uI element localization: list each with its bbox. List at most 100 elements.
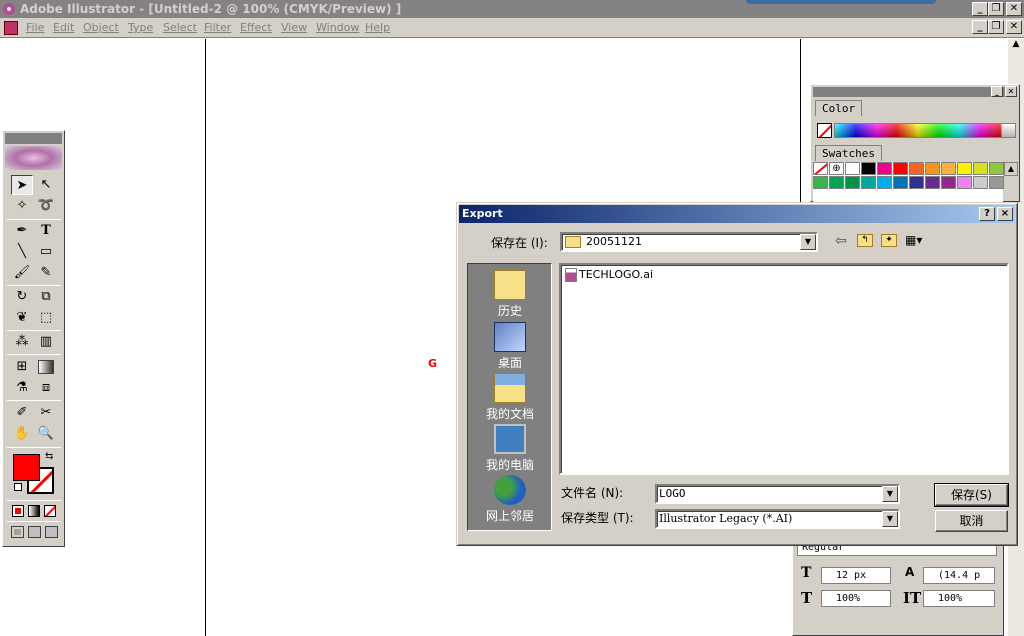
pen-tool-icon[interactable]: ✒ [11, 221, 33, 241]
toolbox-title-bar[interactable] [5, 133, 62, 144]
place-my-computer[interactable]: 我的电脑 [468, 424, 552, 473]
close-button[interactable]: ✕ [1006, 2, 1022, 16]
column-graph-tool-icon[interactable]: ▥ [35, 332, 57, 352]
menu-edit[interactable]: Edit [53, 21, 74, 34]
menu-help[interactable]: Help [365, 21, 390, 34]
swap-fill-stroke-icon[interactable]: ⇆ [45, 451, 53, 462]
menu-select[interactable]: Select [163, 21, 197, 34]
leading-field[interactable]: (14.4 p [923, 567, 995, 584]
mesh-tool-icon[interactable]: ⊞ [11, 357, 33, 377]
rectangle-tool-icon[interactable]: ▭ [35, 242, 57, 262]
swatch[interactable] [861, 176, 876, 189]
swatch[interactable] [861, 162, 876, 175]
swatch[interactable] [925, 162, 940, 175]
gradient-mode-button[interactable] [28, 505, 40, 517]
filetype-dropdown-arrow[interactable]: ▼ [882, 511, 898, 527]
menu-object[interactable]: Object [83, 21, 119, 34]
new-folder-icon[interactable]: ✦ [881, 234, 897, 247]
menu-effect[interactable]: Effect [240, 21, 272, 34]
rotate-tool-icon[interactable]: ↻ [11, 287, 33, 307]
symbol-sprayer-tool-icon[interactable]: ⁂ [11, 332, 33, 352]
place-network[interactable]: 网上邻居 [468, 475, 552, 524]
export-dialog-title-bar[interactable]: Export [459, 205, 1015, 223]
scale-tool-icon[interactable]: ⧉ [35, 287, 57, 307]
full-screen-mode-button[interactable] [45, 526, 58, 538]
swatch[interactable] [957, 176, 972, 189]
minimize-button[interactable]: _ [972, 2, 988, 16]
dialog-help-button[interactable]: ? [979, 207, 995, 221]
up-folder-icon[interactable]: ↰ [857, 234, 873, 247]
tab-color[interactable]: Color [815, 100, 863, 116]
swatch[interactable] [813, 176, 828, 189]
filename-input[interactable]: LOGO ▼ [655, 484, 900, 504]
free-transform-tool-icon[interactable]: ⬚ [35, 308, 57, 328]
filename-dropdown-arrow[interactable]: ▼ [882, 486, 898, 502]
panel-close-button[interactable]: ✕ [1005, 86, 1017, 97]
scroll-up-arrow[interactable]: ▲ [1008, 39, 1024, 55]
place-history[interactable]: 历史 [468, 270, 552, 319]
line-tool-icon[interactable]: ╲ [11, 242, 33, 262]
none-mode-button[interactable] [44, 505, 56, 517]
scissors-tool-icon[interactable]: ✂ [35, 403, 57, 423]
type-tool-icon[interactable]: T [35, 221, 57, 241]
none-color-icon[interactable] [817, 123, 832, 138]
swatch[interactable] [909, 176, 924, 189]
swatch[interactable] [845, 162, 860, 175]
swatches-scroll-up[interactable]: ▲ [1004, 162, 1018, 176]
font-size-field[interactable]: 12 px [821, 567, 891, 584]
panel-minimize-button[interactable]: _ [991, 86, 1003, 97]
vertical-scale-field[interactable]: 100% [923, 590, 995, 607]
hand-tool-icon[interactable]: ✋ [11, 424, 33, 444]
save-button[interactable]: 保存(S) [934, 483, 1009, 507]
paintbrush-tool-icon[interactable]: 🖌 [11, 263, 33, 283]
file-list[interactable]: TECHLOGO.ai [559, 263, 1009, 475]
menu-type[interactable]: Type [128, 21, 153, 34]
color-mode-button[interactable] [12, 505, 24, 517]
swatch-none[interactable] [813, 162, 828, 175]
panel-title-bar[interactable] [813, 87, 1017, 97]
swatch[interactable] [877, 162, 892, 175]
swatch[interactable] [973, 176, 988, 189]
dialog-close-button[interactable]: × [997, 207, 1013, 221]
doc-restore-button[interactable]: ❐ [988, 20, 1004, 34]
place-desktop[interactable]: 桌面 [468, 322, 552, 371]
tab-swatches[interactable]: Swatches [815, 145, 882, 161]
swatch[interactable] [893, 162, 908, 175]
back-icon[interactable]: ⇦ [835, 233, 847, 249]
default-fill-stroke-icon[interactable] [14, 483, 22, 491]
swatch[interactable] [845, 176, 860, 189]
swatch[interactable] [957, 162, 972, 175]
swatch[interactable] [973, 162, 988, 175]
swatch[interactable] [925, 176, 940, 189]
doc-close-button[interactable]: ✕ [1006, 20, 1022, 34]
restore-button[interactable]: ❐ [988, 2, 1004, 16]
swatch[interactable] [941, 162, 956, 175]
fill-swatch[interactable] [13, 454, 40, 481]
swatch-registration[interactable]: ⊕ [829, 162, 844, 175]
menu-window[interactable]: Window [316, 21, 359, 34]
doc-minimize-button[interactable]: _ [972, 20, 988, 34]
horizontal-scale-field[interactable]: 100% [821, 590, 891, 607]
zoom-tool-icon[interactable]: 🔍 [35, 424, 57, 444]
direct-selection-tool-icon[interactable]: ↖ [35, 175, 57, 195]
full-screen-menu-mode-button[interactable] [28, 526, 41, 538]
standard-screen-mode-button[interactable] [11, 526, 24, 538]
menu-file[interactable]: File [26, 21, 44, 34]
warp-tool-icon[interactable]: ❦ [11, 308, 33, 328]
color-spectrum-bar[interactable] [834, 123, 1016, 138]
pencil-tool-icon[interactable]: ✎ [35, 263, 57, 283]
place-my-documents[interactable]: 我的文档 [468, 373, 552, 422]
gradient-tool-icon[interactable] [38, 360, 54, 374]
blend-tool-icon[interactable]: ⧈ [35, 378, 57, 398]
menu-filter[interactable]: Filter [204, 21, 231, 34]
swatch[interactable] [989, 176, 1004, 189]
menu-view[interactable]: View [281, 21, 307, 34]
eyedropper-tool-icon[interactable]: ⚗ [11, 378, 33, 398]
filetype-dropdown[interactable]: Illustrator Legacy (*.AI) ▼ [655, 509, 900, 529]
view-menu-icon[interactable]: ▦▾ [905, 234, 927, 247]
swatch[interactable] [893, 176, 908, 189]
magic-wand-tool-icon[interactable]: ✧ [11, 196, 33, 216]
save-in-dropdown-arrow[interactable]: ▼ [800, 234, 816, 250]
save-in-dropdown[interactable]: 20051121 ▼ [560, 232, 818, 252]
swatch[interactable] [909, 162, 924, 175]
